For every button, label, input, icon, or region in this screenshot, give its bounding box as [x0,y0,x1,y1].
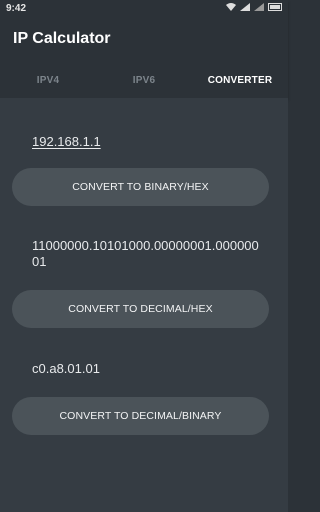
battery-icon [268,3,282,11]
signal-icon-2 [254,3,264,11]
app-bar: 9:42 IP Calculator IPV4 IPV6 CONVERTER [0,0,288,98]
tab-converter[interactable]: CONVERTER [192,66,288,96]
app-title: IP Calculator [13,30,111,47]
status-time: 9:42 [6,3,27,14]
convert-to-binary-hex-button[interactable]: CONVERT TO BINARY/HEX [12,168,269,206]
convert-to-decimal-binary-button[interactable]: CONVERT TO DECIMAL/BINARY [12,397,269,435]
tab-ipv4[interactable]: IPV4 [0,66,96,96]
ip-hex-value[interactable]: c0.a8.01.01 [32,361,262,377]
tab-bar: IPV4 IPV6 CONVERTER [0,66,288,96]
convert-to-decimal-hex-button[interactable]: CONVERT TO DECIMAL/HEX [12,290,269,328]
ip-binary-value[interactable]: 11000000.10101000.00000001.00000001 [32,238,262,270]
ip-decimal-value[interactable]: 192.168.1.1 [32,134,262,150]
converter-panel: 192.168.1.1 CONVERT TO BINARY/HEX 110000… [0,98,288,512]
signal-icon [240,3,250,11]
status-icons [226,3,282,11]
tab-ipv6[interactable]: IPV6 [96,66,192,96]
status-bar: 9:42 [0,0,288,18]
wifi-icon [226,3,236,11]
